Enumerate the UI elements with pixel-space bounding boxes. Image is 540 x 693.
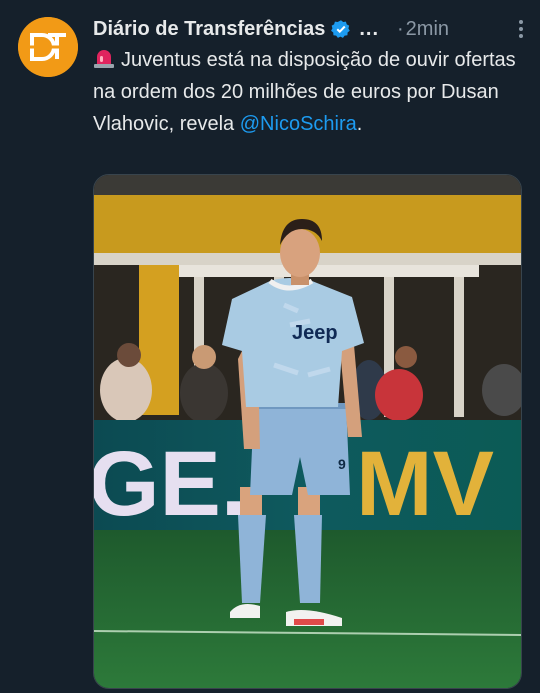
tweet[interactable]: Diário de Transferências ... · 2min Juve…: [0, 0, 540, 693]
media-photo[interactable]: GE. MV 9 Jeep: [93, 174, 522, 689]
avatar[interactable]: [18, 17, 78, 77]
display-name[interactable]: Diário de Transferências: [93, 18, 325, 41]
mention-link[interactable]: @NicoSchira: [240, 113, 357, 135]
shirt-sponsor: Jeep: [292, 322, 338, 344]
avatar-logo-icon: [18, 17, 78, 77]
name-truncation: ...: [359, 17, 379, 40]
dot-separator: ·: [397, 17, 404, 40]
player-photo: GE. MV 9 Jeep: [94, 175, 521, 688]
shorts-number: 9: [338, 456, 346, 472]
verified-badge-icon: [331, 20, 351, 38]
siren-icon: [94, 50, 114, 68]
ad-board-text-left: GE.: [94, 433, 246, 535]
timestamp[interactable]: 2min: [406, 18, 449, 41]
ad-board-text-right: MV: [356, 433, 494, 535]
tweet-end: .: [356, 113, 363, 135]
tweet-text: Juventus está na disposição de ouvir ofe…: [93, 44, 518, 140]
tweet-header: Diário de Transferências ... · 2min: [93, 14, 526, 44]
more-options-icon[interactable]: [518, 20, 524, 40]
